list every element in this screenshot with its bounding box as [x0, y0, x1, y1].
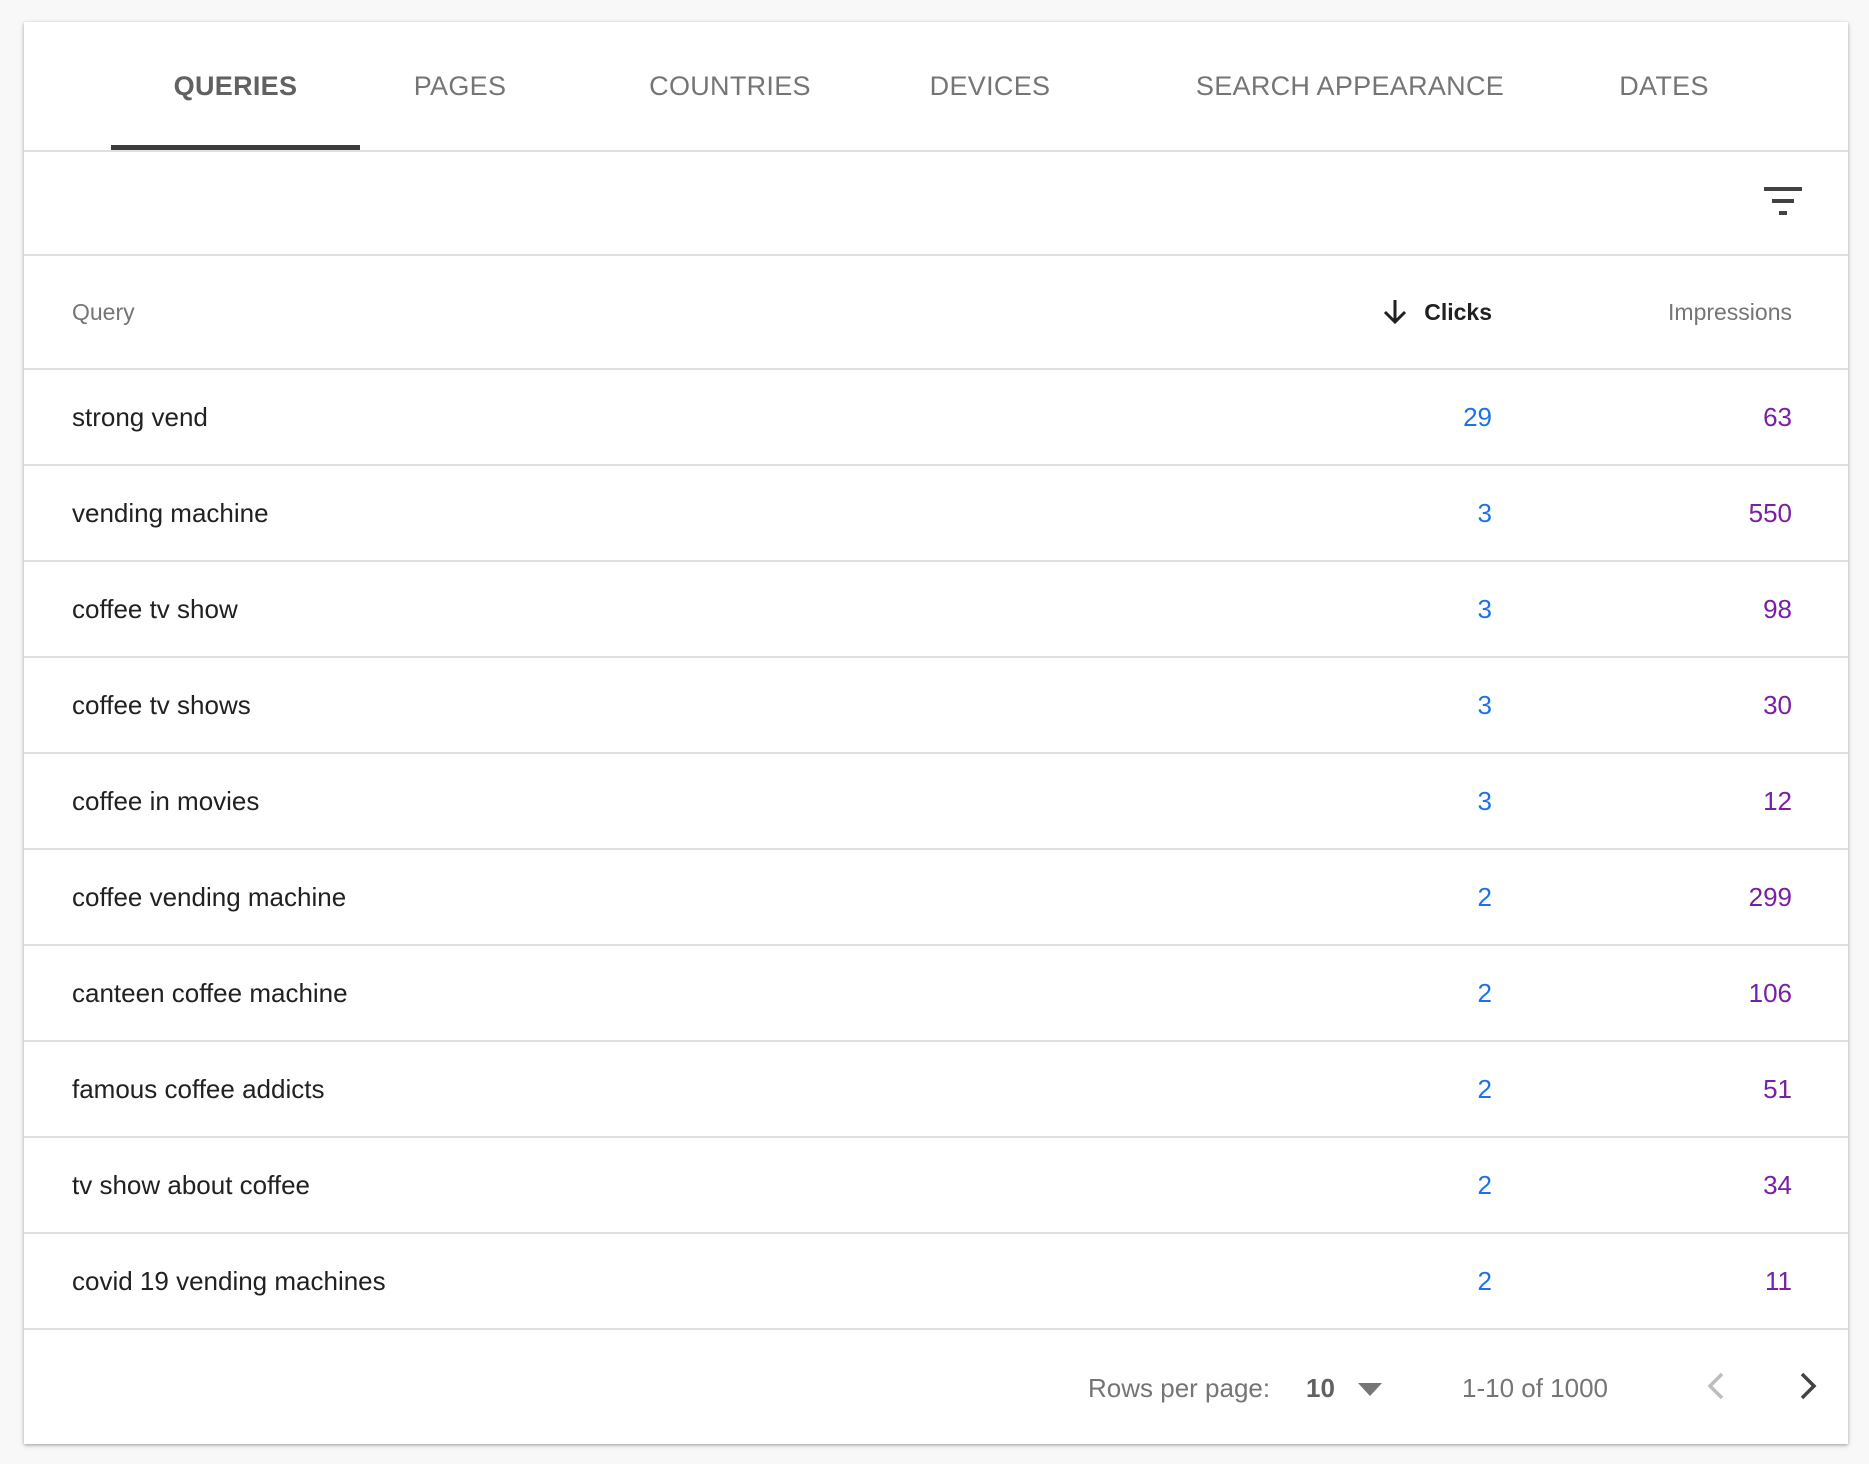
- clicks-cell: 2: [1477, 881, 1492, 912]
- table-row[interactable]: famous coffee addicts 2 51: [24, 1042, 1848, 1138]
- table-row[interactable]: vending machine 3 550: [24, 466, 1848, 562]
- table-row[interactable]: canteen coffee machine 2 106: [24, 946, 1848, 1042]
- impressions-cell: 30: [1763, 689, 1792, 720]
- column-header-clicks[interactable]: Clicks: [1382, 256, 1492, 368]
- tab-dates[interactable]: DATES: [1564, 22, 1764, 150]
- impressions-cell: 63: [1763, 401, 1792, 432]
- rows-per-page-value: 10: [1306, 1372, 1335, 1403]
- clicks-cell: 2: [1477, 1169, 1492, 1200]
- query-cell: strong vend: [72, 401, 208, 432]
- tab-search-appearance[interactable]: SEARCH APPEARANCE: [1160, 22, 1540, 150]
- table-row[interactable]: coffee vending machine 2 299: [24, 850, 1848, 946]
- clicks-cell: 2: [1477, 1073, 1492, 1104]
- table-row[interactable]: tv show about coffee 2 34: [24, 1138, 1848, 1234]
- table-row[interactable]: covid 19 vending machines 2 11: [24, 1234, 1848, 1330]
- dimension-tabs: QUERIES PAGES COUNTRIES DEVICES SEARCH A…: [24, 22, 1848, 152]
- previous-page-button[interactable]: [1696, 1364, 1740, 1408]
- table-row[interactable]: coffee tv show 3 98: [24, 562, 1848, 658]
- query-cell: coffee vending machine: [72, 881, 347, 912]
- query-cell: canteen coffee machine: [72, 977, 348, 1008]
- pagination-footer: Rows per page: 10 1-10 of 1000: [24, 1332, 1848, 1444]
- impressions-cell: 51: [1763, 1073, 1792, 1104]
- rows-per-page-select[interactable]: 10: [1306, 1332, 1402, 1444]
- rows-per-page-label: Rows per page:: [1088, 1372, 1271, 1403]
- impressions-cell: 550: [1748, 497, 1792, 528]
- query-cell: famous coffee addicts: [72, 1073, 325, 1104]
- pagination-range: 1-10 of 1000: [1462, 1372, 1609, 1403]
- clicks-cell: 3: [1477, 497, 1492, 528]
- clicks-cell: 3: [1477, 785, 1492, 816]
- table-body: strong vend 29 63 vending machine 3 550 …: [24, 370, 1848, 1330]
- dropdown-arrow-icon: [1358, 1383, 1382, 1396]
- performance-table-card: QUERIES PAGES COUNTRIES DEVICES SEARCH A…: [24, 22, 1848, 1444]
- clicks-cell: 3: [1477, 689, 1492, 720]
- filter-button[interactable]: [1762, 182, 1804, 222]
- table-row[interactable]: strong vend 29 63: [24, 370, 1848, 466]
- column-header-query[interactable]: Query: [72, 256, 135, 368]
- clicks-cell: 2: [1477, 1265, 1492, 1296]
- column-header-impressions[interactable]: Impressions: [1668, 256, 1792, 368]
- chevron-right-icon: [1800, 1372, 1817, 1400]
- tab-queries[interactable]: QUERIES: [111, 22, 360, 150]
- chevron-left-icon: [1707, 1372, 1724, 1400]
- tab-pages[interactable]: PAGES: [360, 22, 560, 150]
- impressions-cell: 11: [1765, 1265, 1792, 1296]
- tab-devices[interactable]: DEVICES: [890, 22, 1090, 150]
- impressions-cell: 106: [1748, 977, 1792, 1008]
- query-cell: tv show about coffee: [72, 1169, 311, 1200]
- table-header: Query Clicks Impressions: [24, 256, 1848, 370]
- query-cell: coffee in movies: [72, 785, 260, 816]
- active-tab-indicator: [111, 145, 360, 150]
- arrow-downward-icon: [1384, 300, 1407, 325]
- query-cell: coffee tv show: [72, 593, 238, 624]
- clicks-cell: 29: [1463, 401, 1492, 432]
- tab-countries[interactable]: COUNTRIES: [630, 22, 830, 150]
- table-row[interactable]: coffee tv shows 3 30: [24, 658, 1848, 754]
- query-cell: coffee tv shows: [72, 689, 251, 720]
- impressions-cell: 34: [1763, 1169, 1792, 1200]
- next-page-button[interactable]: [1784, 1364, 1828, 1408]
- table-toolbar: [24, 152, 1848, 256]
- query-cell: vending machine: [72, 497, 269, 528]
- filter-list-icon: [1764, 187, 1802, 215]
- clicks-cell: 2: [1477, 977, 1492, 1008]
- impressions-cell: 98: [1763, 593, 1792, 624]
- impressions-cell: 299: [1748, 881, 1792, 912]
- query-cell: covid 19 vending machines: [72, 1265, 386, 1296]
- table-row[interactable]: coffee in movies 3 12: [24, 754, 1848, 850]
- impressions-cell: 12: [1763, 785, 1792, 816]
- column-header-clicks-label: Clicks: [1424, 298, 1492, 325]
- clicks-cell: 3: [1477, 593, 1492, 624]
